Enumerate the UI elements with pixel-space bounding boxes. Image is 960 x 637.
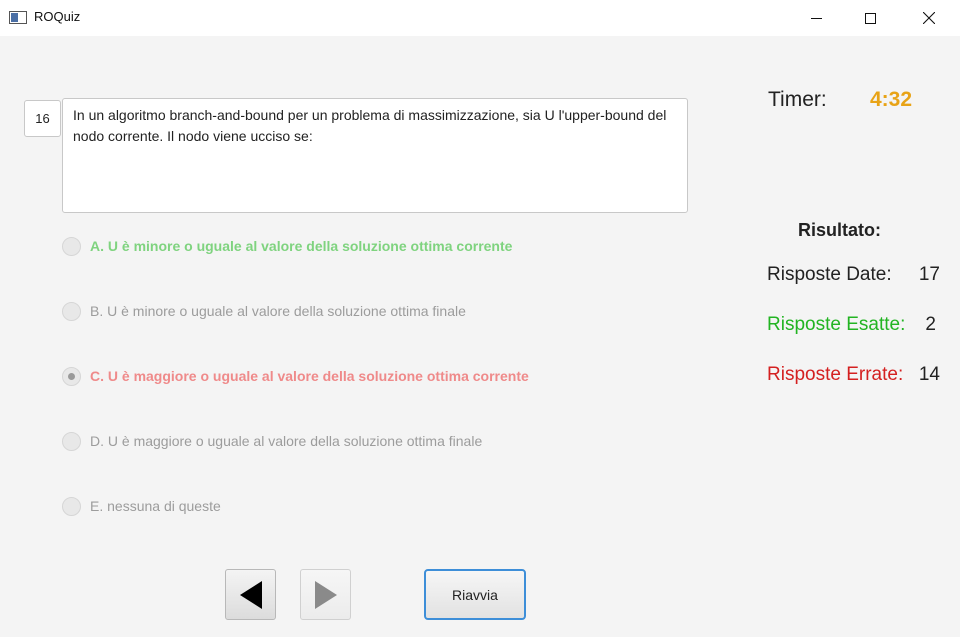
- option-a[interactable]: A. U è minore o uguale al valore della s…: [62, 235, 512, 257]
- option-c-radio[interactable]: [62, 366, 81, 386]
- option-e-label: E. nessuna di queste: [90, 498, 221, 514]
- previous-button[interactable]: [225, 569, 276, 620]
- option-d[interactable]: D. U è maggiore o uguale al valore della…: [62, 430, 482, 452]
- minimize-icon: [810, 17, 822, 19]
- next-button[interactable]: [300, 569, 351, 620]
- correct-label: Risposte Esatte:: [767, 314, 906, 335]
- option-d-radio[interactable]: [62, 431, 81, 451]
- option-e-radio[interactable]: [62, 496, 81, 516]
- answered-value: 17: [918, 264, 940, 285]
- timer-label: Timer:: [768, 88, 827, 111]
- wrong-label: Risposte Errate:: [767, 364, 904, 385]
- app-icon: [9, 11, 27, 24]
- title-bar: ROQuiz: [0, 0, 960, 36]
- option-a-radio[interactable]: [62, 236, 81, 256]
- triangle-left-icon: [239, 580, 262, 609]
- option-c-label: C. U è maggiore o uguale al valore della…: [90, 368, 529, 384]
- close-button[interactable]: [906, 0, 952, 36]
- wrong-value: 14: [918, 364, 940, 385]
- option-b-radio[interactable]: [62, 301, 81, 321]
- question-number: 16: [24, 100, 61, 137]
- maximize-icon: [864, 12, 876, 24]
- option-b[interactable]: B. U è minore o uguale al valore della s…: [62, 300, 466, 322]
- minimize-button[interactable]: [793, 0, 839, 36]
- maximize-button[interactable]: [847, 0, 893, 36]
- question-text: In un algoritmo branch-and-bound per un …: [62, 98, 688, 213]
- answered-label: Risposte Date:: [767, 264, 892, 285]
- triangle-right-icon: [314, 580, 337, 609]
- result-title: Risultato:: [798, 220, 881, 240]
- option-a-label: A. U è minore o uguale al valore della s…: [90, 238, 513, 254]
- option-d-label: D. U è maggiore o uguale al valore della…: [90, 433, 483, 449]
- restart-button[interactable]: Riavvia: [424, 569, 526, 620]
- option-b-label: B. U è minore o uguale al valore della s…: [90, 303, 466, 319]
- correct-value: 2: [925, 314, 936, 335]
- option-c[interactable]: C. U è maggiore o uguale al valore della…: [62, 365, 529, 387]
- option-e[interactable]: E. nessuna di queste: [62, 495, 221, 517]
- close-icon: [923, 12, 935, 24]
- timer-value: 4:32: [870, 88, 913, 111]
- window-title: ROQuiz: [34, 9, 81, 24]
